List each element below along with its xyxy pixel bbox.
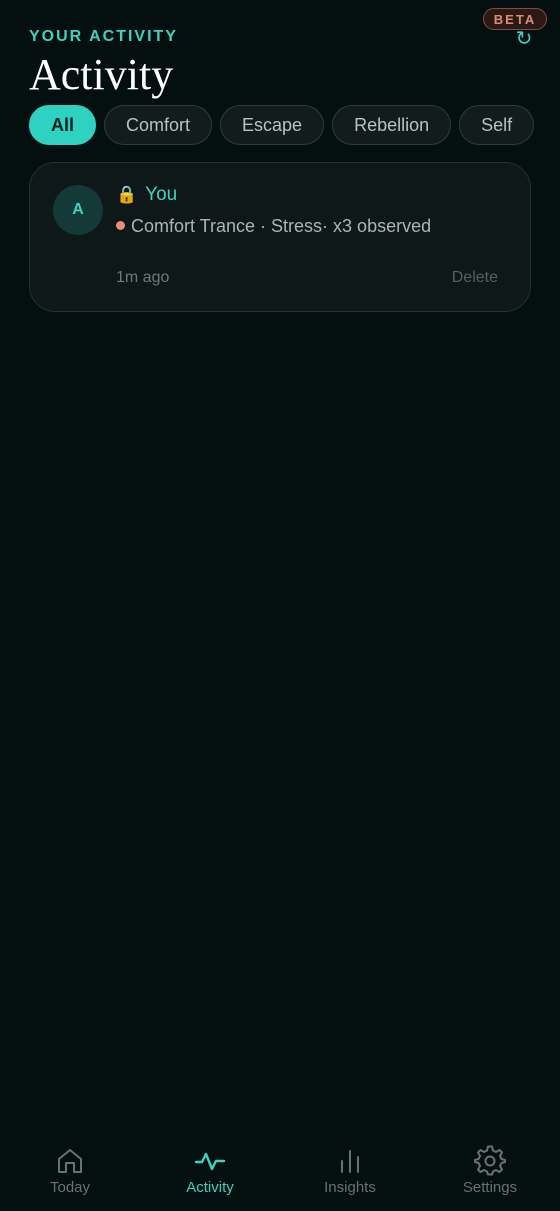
filter-chip-rebellion[interactable]: Rebellion	[332, 105, 452, 145]
user-name: You	[145, 184, 178, 205]
bottom-nav: Today Activity Insights Settings	[0, 1141, 560, 1211]
delete-button[interactable]: Delete	[452, 269, 498, 287]
nav-label-today: Today	[49, 1179, 91, 1196]
nav-label-insights: Insights	[324, 1179, 376, 1196]
activity-description: Comfort Trance · Stress· x3 observed	[116, 213, 476, 239]
lock-icon: 🔒	[116, 185, 138, 205]
activity-icon	[194, 1152, 226, 1171]
filter-chip-all[interactable]: All	[29, 105, 97, 145]
page-title: Activity	[29, 50, 174, 99]
activity-description-text: Comfort Trance · Stress· x3 observed	[131, 216, 432, 236]
nav-item-insights[interactable]: Insights	[280, 1141, 420, 1211]
gear-icon	[474, 1145, 506, 1176]
beta-badge: BETA	[483, 8, 547, 30]
status-dot	[116, 220, 125, 230]
home-icon	[58, 1149, 82, 1173]
nav-label-settings: Settings	[462, 1179, 518, 1196]
section-eyebrow: YOUR ACTIVITY	[29, 28, 178, 45]
filter-chip-comfort[interactable]: Comfort	[104, 105, 213, 145]
nav-label-activity: Activity	[186, 1179, 234, 1196]
card-header: 🔒 You	[116, 184, 177, 206]
filter-chips: All Comfort Escape Rebellion Self	[29, 105, 560, 145]
activity-card[interactable]: A 🔒 You Comfort Trance · Stress· x3 obse…	[29, 162, 531, 312]
bar-chart-icon	[341, 1150, 359, 1173]
refresh-icon[interactable]: ↻	[514, 28, 534, 48]
nav-item-settings[interactable]: Settings	[420, 1141, 560, 1211]
filter-chip-self[interactable]: Self	[459, 105, 535, 145]
nav-item-activity[interactable]: Activity	[140, 1141, 280, 1211]
avatar: A	[53, 185, 103, 235]
activity-time: 1m ago	[116, 269, 170, 286]
nav-item-today[interactable]: Today	[0, 1141, 140, 1211]
filter-chip-escape[interactable]: Escape	[220, 105, 325, 145]
